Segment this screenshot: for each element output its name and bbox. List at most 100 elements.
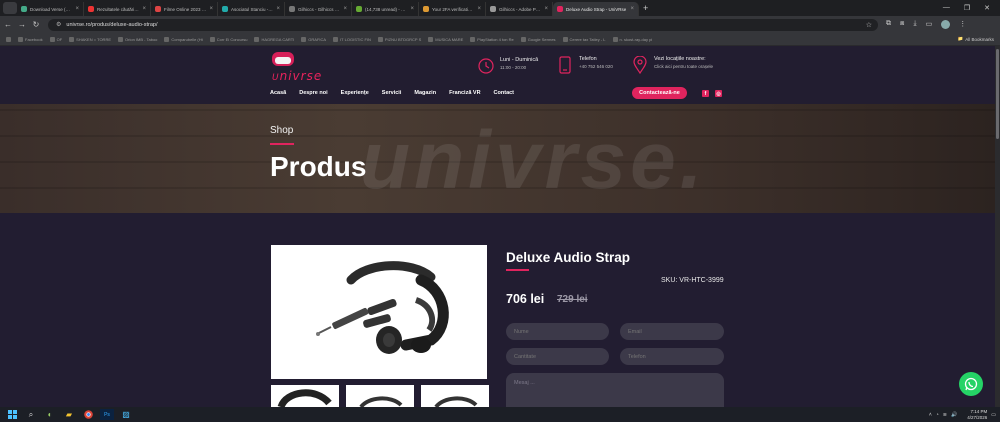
- product-main-image[interactable]: [271, 245, 487, 379]
- bookmark-item[interactable]: Google Sermes: [520, 36, 556, 42]
- scrollbar-thumb[interactable]: [996, 49, 999, 139]
- bookmark-item[interactable]: GRAFICA: [301, 36, 326, 42]
- main-navigation: Acasă Despre noi Experiențe Servicii Magazin…: [270, 90, 527, 96]
- bookmark-item[interactable]: Corr Ei Concursu: [209, 36, 247, 42]
- map-pin-icon: [632, 56, 648, 74]
- profile-avatar[interactable]: [941, 20, 951, 29]
- quantity-input[interactable]: [506, 348, 609, 365]
- browser-tab-7[interactable]: Your 2FA verification code - ex×: [419, 2, 486, 16]
- nav-item[interactable]: Acasă: [270, 90, 286, 96]
- forward-icon[interactable]: →: [16, 20, 28, 29]
- close-tab-icon[interactable]: ×: [343, 6, 347, 12]
- translate-icon[interactable]: ⧉: [886, 20, 891, 29]
- menu-icon[interactable]: ⋮: [959, 20, 966, 29]
- bookmark-item[interactable]: Cerere tax Tatley - L: [562, 36, 606, 42]
- browser-tab-1[interactable]: Download Verse (2023) 1080p×: [17, 2, 84, 16]
- close-tab-icon[interactable]: ×: [75, 6, 79, 12]
- facebook-icon[interactable]: f: [702, 90, 709, 97]
- bookmark-item[interactable]: Orion IMB - Taboo: [118, 36, 157, 42]
- nav-item[interactable]: Servicii: [382, 90, 402, 96]
- back-icon[interactable]: ←: [2, 20, 14, 29]
- browser-tab-6[interactable]: (14,738 unread) - coolcodgei×: [352, 2, 419, 16]
- bookmark-label: Cerere tax Tatley - L: [569, 36, 606, 42]
- maximize-icon[interactable]: ❐: [964, 4, 970, 12]
- volume-icon[interactable]: 🔊: [951, 412, 957, 418]
- widgets-icon[interactable]: ◐: [43, 409, 57, 420]
- bookmark-star-icon[interactable]: ☆: [866, 21, 872, 29]
- bookmark-item[interactable]: IT LOGISTIC FIN: [333, 36, 371, 42]
- url-input[interactable]: ⚙ univrse.ro/produs/deluxe-audio-strap/ …: [48, 18, 878, 31]
- minimize-icon[interactable]: —: [943, 4, 950, 12]
- wifi-icon[interactable]: ≋: [943, 412, 947, 418]
- bookmark-item[interactable]: n. skost-ray-day pi: [612, 36, 652, 42]
- nav-item[interactable]: Contact: [494, 90, 514, 96]
- instagram-icon[interactable]: ◎: [715, 90, 722, 97]
- phone-input[interactable]: [620, 348, 724, 365]
- file-explorer-icon[interactable]: ▰: [62, 409, 76, 420]
- photoshop-icon[interactable]: Ps: [100, 409, 114, 420]
- page-scrollbar[interactable]: [995, 46, 1000, 407]
- all-bookmarks-button[interactable]: 📁 All Bookmarks: [958, 36, 994, 42]
- close-tab-icon[interactable]: ×: [630, 6, 634, 12]
- apps-icon[interactable]: [6, 36, 11, 42]
- toolbar-icons: ⧉ ⧈ ⤓ ▭ ⋮: [886, 20, 966, 29]
- taskbar-clock[interactable]: 7:14 PM 4/27/2026: [967, 409, 987, 420]
- nav-item[interactable]: Franciză VR: [449, 90, 480, 96]
- phone-info[interactable]: Telefon +40 752 546 020: [557, 56, 613, 74]
- bookmark-item[interactable]: Facebook: [18, 36, 43, 42]
- browser-tab-3[interactable]: Filme Online 2023 Gratis Subt×: [151, 2, 218, 16]
- bookmark-item[interactable]: HAGREGA CARTI: [254, 36, 294, 42]
- thumbnail-3[interactable]: [421, 385, 489, 407]
- close-tab-icon[interactable]: ×: [410, 6, 414, 12]
- univrse-logo[interactable]: Univrse: [270, 52, 334, 86]
- close-tab-icon[interactable]: ×: [276, 6, 280, 12]
- close-tab-icon[interactable]: ×: [209, 6, 213, 12]
- close-tab-icon[interactable]: ×: [544, 6, 548, 12]
- search-icon[interactable]: ⌕: [24, 409, 38, 420]
- bookmark-item[interactable]: SHAKEN = TORRE: [69, 36, 111, 42]
- notifications-icon[interactable]: ▭: [991, 412, 996, 418]
- bookmark-item[interactable]: Comparubelle (Ht: [164, 36, 203, 42]
- extensions-icon[interactable]: ⧈: [900, 20, 904, 29]
- location-title: Vezi locațiile noastre:: [654, 56, 706, 62]
- thumbnail-1[interactable]: [271, 385, 339, 407]
- email-input[interactable]: [620, 323, 724, 340]
- site-info-icon[interactable]: ⚙: [56, 21, 61, 28]
- browser-tab-9[interactable]: Deluxe Audio Strap - UniVRse ×: [553, 2, 639, 16]
- browser-tab-2[interactable]: Rezultatele căutării după 'astr×: [84, 2, 151, 16]
- close-window-icon[interactable]: ✕: [984, 4, 990, 12]
- bookmark-label: PlayStation 4 ton Re: [477, 36, 514, 42]
- sidebar-icon[interactable]: ▭: [926, 20, 933, 29]
- network-icon[interactable]: ◔: [936, 412, 939, 418]
- new-tab-button[interactable]: +: [643, 3, 648, 13]
- windows-start-icon[interactable]: [5, 409, 19, 420]
- reload-icon[interactable]: ↻: [30, 20, 42, 29]
- name-input[interactable]: [506, 323, 609, 340]
- tab-search-button[interactable]: [3, 2, 17, 14]
- contact-us-button[interactable]: Contactează-ne: [632, 87, 687, 99]
- bookmark-item[interactable]: OF: [49, 36, 62, 42]
- bookmark-item[interactable]: MUSICA MARE: [428, 36, 464, 42]
- close-tab-icon[interactable]: ×: [477, 6, 481, 12]
- bookmark-item[interactable]: PIZNU BTDGRCP S: [377, 36, 421, 42]
- bookmark-label: MUSICA MARE: [435, 36, 464, 42]
- nav-item[interactable]: Despre noi: [299, 90, 327, 96]
- hero-watermark: univrse.: [360, 115, 707, 206]
- location-info[interactable]: Vezi locațiile noastre: Click aici pentr…: [632, 56, 713, 74]
- bookmark-item[interactable]: PlayStation 4 ton Re: [470, 36, 514, 42]
- whatsapp-chat-button[interactable]: [959, 372, 983, 396]
- browser-tab-5[interactable]: Gilhiccs - Gilhiccs News - Nu×: [285, 2, 352, 16]
- nav-item[interactable]: Magazin: [414, 90, 436, 96]
- chrome-icon[interactable]: [81, 409, 95, 420]
- browser-tab-4[interactable]: Asociatul Stanciu - Rode 4 mil×: [218, 2, 285, 16]
- browser-tab-8[interactable]: Gilhiccs - Adobe Photoshop 2×: [486, 2, 553, 16]
- download-icon[interactable]: ⤓: [913, 20, 916, 29]
- paint-icon[interactable]: ▨: [119, 409, 133, 420]
- windows-taskbar: ⌕ ◐ ▰ Ps ▨ ˄ ◔ ≋ 🔊 7:14 PM 4/27/2026 ▭: [0, 407, 1000, 422]
- message-textarea[interactable]: Mesaj ...: [506, 373, 724, 407]
- nav-item[interactable]: Experiențe: [341, 90, 369, 96]
- tray-expand-icon[interactable]: ˄: [929, 412, 932, 418]
- tab-favicon-icon: [557, 6, 563, 12]
- close-tab-icon[interactable]: ×: [142, 6, 146, 12]
- thumbnail-2[interactable]: [346, 385, 414, 407]
